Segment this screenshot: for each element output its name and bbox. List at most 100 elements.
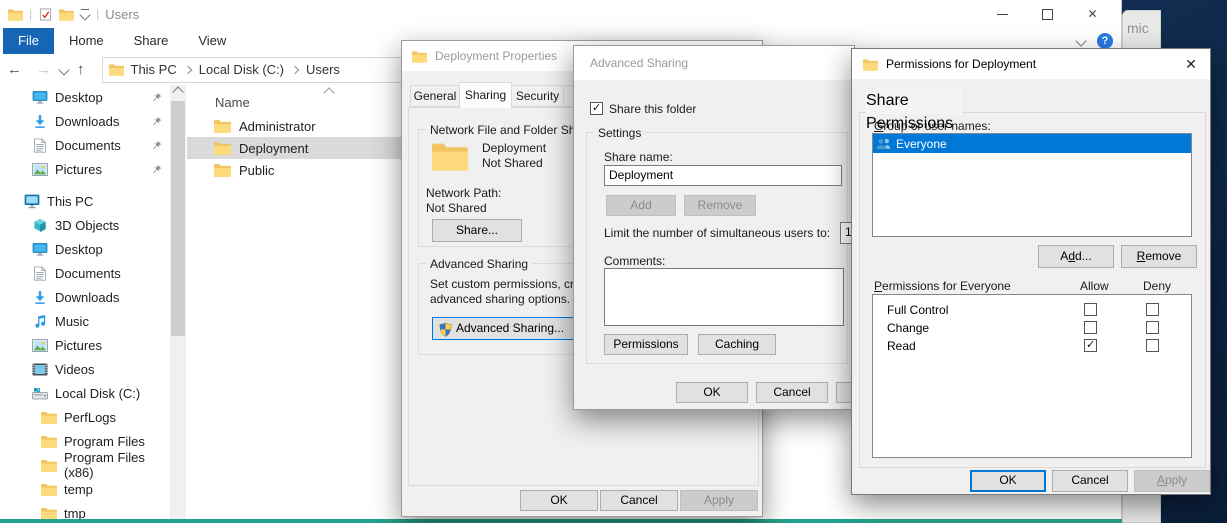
allow-checkbox[interactable]: [1084, 339, 1097, 352]
ribbon-tab[interactable]: Share: [119, 28, 184, 54]
dialog-title: Advanced Sharing: [590, 56, 688, 70]
ribbon-tab[interactable]: View: [183, 28, 241, 54]
file-name: Administrator: [239, 119, 316, 134]
sidebar-item[interactable]: Documents: [0, 261, 170, 285]
sidebar-item-label: Pictures: [55, 338, 102, 353]
close-icon[interactable]: ✕: [1178, 53, 1204, 75]
sidebar-item[interactable]: 3D Objects: [0, 213, 170, 237]
forward-button[interactable]: →: [36, 61, 51, 78]
sidebar-item-label: Videos: [55, 362, 95, 377]
sidebar-item[interactable]: Pictures: [0, 333, 170, 357]
sidebar-item[interactable]: Downloads: [0, 109, 170, 133]
sidebar-item[interactable]: Desktop: [0, 237, 170, 261]
deny-checkbox[interactable]: [1146, 321, 1159, 334]
dialog-title: Deployment Properties: [435, 49, 557, 63]
folder-icon: [8, 8, 23, 21]
share-button[interactable]: Share...: [432, 219, 522, 242]
permissions-button[interactable]: Permissions: [604, 334, 688, 355]
cancel-button[interactable]: Cancel: [1052, 470, 1128, 492]
ok-button[interactable]: OK: [676, 382, 748, 403]
tab-share-permissions[interactable]: Share Permissions: [866, 89, 962, 114]
back-button[interactable]: ←: [7, 61, 22, 78]
remove-button[interactable]: Remove: [1121, 245, 1197, 268]
navigation-pane: Desktop Downloads Documents: [0, 85, 170, 519]
minimize-button[interactable]: [980, 0, 1025, 28]
window-title: Users: [105, 7, 139, 22]
caching-button[interactable]: Caching: [698, 334, 776, 355]
breadcrumb-item[interactable]: Local Disk (C:): [192, 62, 291, 77]
tab-security[interactable]: Security: [511, 85, 564, 107]
maximize-button[interactable]: [1025, 0, 1070, 28]
share-this-folder-checkbox[interactable]: [590, 102, 603, 115]
sidebar-item[interactable]: Music: [0, 309, 170, 333]
documents-icon: [32, 138, 48, 153]
group-row[interactable]: Everyone: [873, 134, 1191, 153]
properties-check-icon[interactable]: [38, 8, 53, 21]
remove-share-button[interactable]: Remove: [684, 195, 756, 216]
allow-checkbox[interactable]: [1084, 303, 1097, 316]
sidebar-item[interactable]: Desktop: [0, 85, 170, 109]
settings-group-label: Settings: [594, 126, 645, 140]
sidebar-item-label: Desktop: [55, 90, 103, 105]
deny-checkbox[interactable]: [1146, 303, 1159, 316]
deny-checkbox[interactable]: [1146, 339, 1159, 352]
explorer-titlebar[interactable]: | | Users ✕: [0, 0, 1121, 28]
advanced-sharing-button[interactable]: Advanced Sharing...: [432, 317, 574, 340]
breadcrumb-item[interactable]: Users: [299, 62, 347, 77]
network-path-value: Not Shared: [426, 201, 487, 215]
up-button[interactable]: ↑: [77, 61, 85, 78]
dialog-titlebar[interactable]: Permissions for Deployment: [852, 49, 1210, 79]
add-button[interactable]: Add...: [1038, 245, 1114, 268]
sidebar-item[interactable]: Downloads: [0, 285, 170, 309]
sidebar-scrollbar[interactable]: [170, 85, 186, 519]
cancel-button[interactable]: Cancel: [600, 490, 678, 511]
sidebar-item[interactable]: PerfLogs: [0, 405, 170, 429]
allow-checkbox[interactable]: [1084, 321, 1097, 334]
help-icon[interactable]: ?: [1097, 33, 1113, 49]
comments-textarea[interactable]: [604, 268, 844, 326]
breadcrumb-item[interactable]: This PC: [124, 62, 184, 77]
pin-icon: [151, 164, 162, 175]
sidebar-item[interactable]: Videos: [0, 357, 170, 381]
new-folder-icon[interactable]: [59, 8, 74, 21]
permission-name: Full Control: [887, 303, 948, 317]
group-user-listbox[interactable]: Everyone: [872, 133, 1192, 237]
tab-general[interactable]: General: [410, 85, 460, 107]
ribbon-tab[interactable]: File: [3, 28, 54, 54]
sidebar-item[interactable]: Pictures: [0, 157, 170, 181]
sidebar-item[interactable]: Program Files (x86): [0, 453, 170, 477]
permission-name: Change: [887, 321, 929, 335]
apply-button[interactable]: Apply: [680, 490, 758, 511]
sidebar-item[interactable]: temp: [0, 477, 170, 501]
folder-icon: [412, 50, 427, 63]
add-share-button[interactable]: Add: [606, 195, 676, 216]
folder-icon: [41, 506, 57, 520]
ribbon-tab[interactable]: Home: [54, 28, 119, 54]
pin-icon: [151, 92, 162, 103]
file-name: Public: [239, 163, 274, 178]
close-button[interactable]: ✕: [1070, 0, 1115, 28]
sidebar-item[interactable]: Local Disk (C:): [0, 381, 170, 405]
network-path-label: Network Path:: [426, 186, 501, 200]
people-icon: [875, 137, 893, 151]
pin-icon: [151, 140, 162, 151]
music-icon: [32, 314, 48, 329]
ok-button[interactable]: OK: [520, 490, 598, 511]
dialog-titlebar[interactable]: Advanced Sharing: [574, 46, 854, 80]
folder-icon: [41, 434, 57, 449]
sidebar-item[interactable]: Documents: [0, 133, 170, 157]
sidebar-item[interactable]: tmp: [0, 501, 170, 519]
recent-locations-icon[interactable]: [58, 64, 69, 75]
ok-button[interactable]: OK: [970, 470, 1046, 492]
sidebar-item[interactable]: This PC: [0, 189, 170, 213]
ribbon-collapse-icon[interactable]: [1075, 35, 1086, 46]
tab-sharing[interactable]: Sharing: [459, 82, 512, 108]
scroll-up-icon[interactable]: [170, 85, 186, 99]
disk-icon: [32, 386, 48, 401]
cancel-button[interactable]: Cancel: [756, 382, 828, 403]
apply-button[interactable]: Apply: [1134, 470, 1210, 492]
qat-dropdown-icon[interactable]: [80, 9, 90, 19]
scrollbar-thumb[interactable]: [171, 101, 185, 336]
sidebar-item-label: tmp: [64, 506, 86, 520]
share-name-input[interactable]: Deployment: [604, 165, 842, 186]
